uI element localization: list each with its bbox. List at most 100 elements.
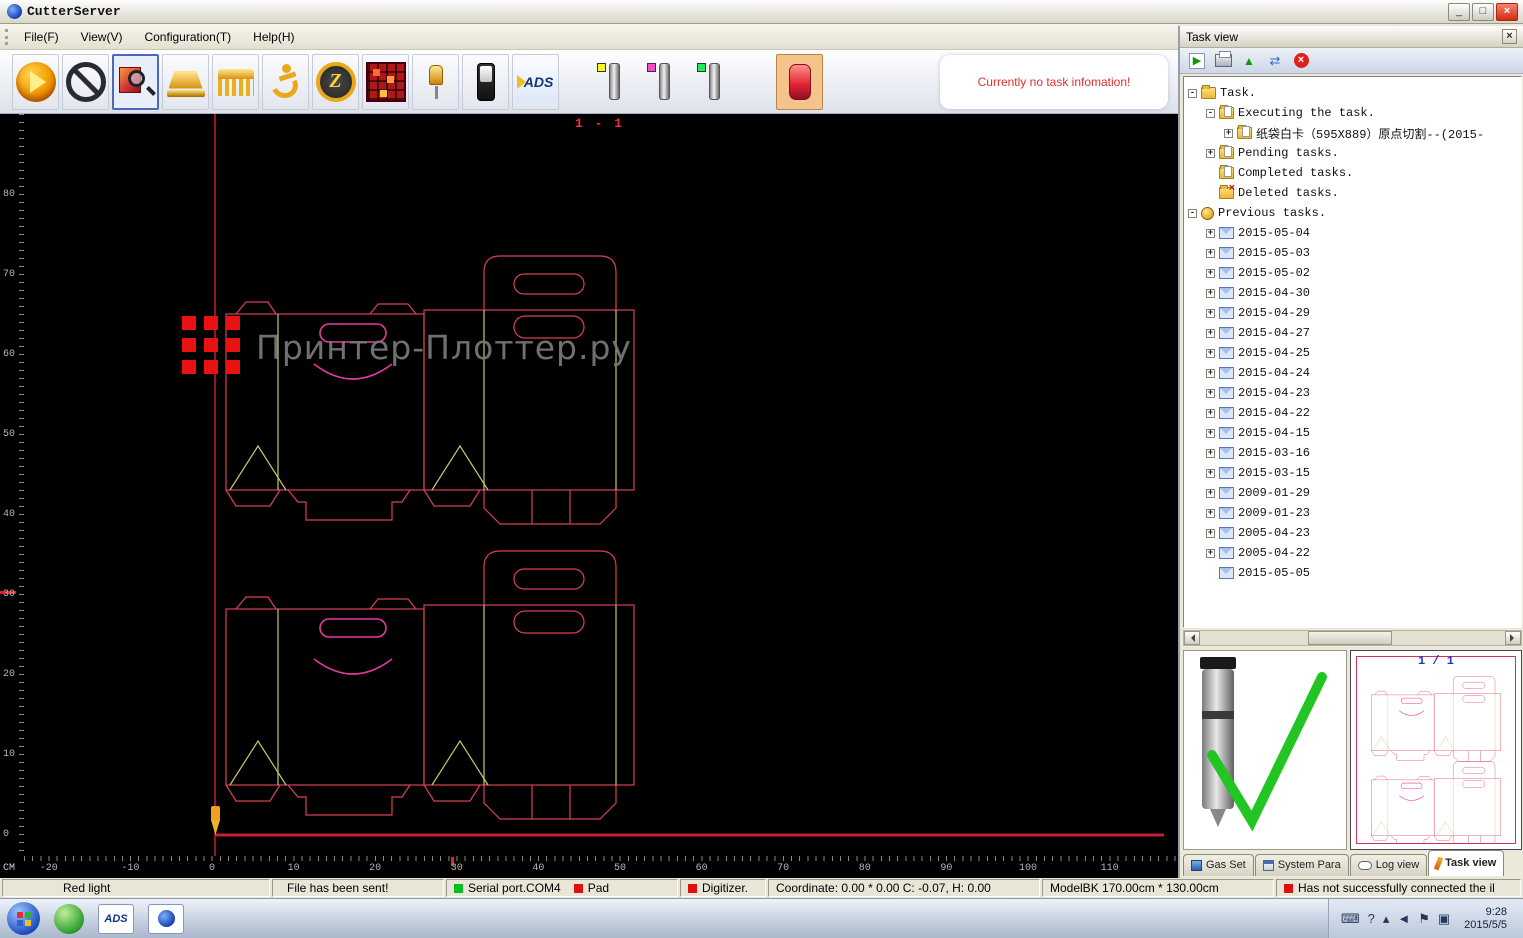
display-icon[interactable]: ▣ bbox=[1438, 911, 1450, 926]
tree-expander-plus[interactable]: + bbox=[1206, 329, 1215, 338]
toolbar-tool-yellow-button[interactable] bbox=[590, 54, 637, 110]
tree-item[interactable]: +2015-05-03 bbox=[1184, 243, 1521, 263]
close-button[interactable]: × bbox=[1496, 3, 1518, 21]
menu-item-view[interactable]: View(V) bbox=[70, 25, 134, 49]
tree-expander-plus[interactable]: + bbox=[1206, 469, 1215, 478]
panel-close-button[interactable]: × bbox=[1502, 29, 1517, 44]
tree-item[interactable]: -Previous tasks. bbox=[1184, 203, 1521, 223]
tree-item[interactable]: +2015-04-30 bbox=[1184, 283, 1521, 303]
toolbar-tool-pink-button[interactable] bbox=[640, 54, 687, 110]
tree-item[interactable]: +2015-03-16 bbox=[1184, 443, 1521, 463]
tree-item[interactable]: +2015-03-15 bbox=[1184, 463, 1521, 483]
help-icon[interactable]: ? bbox=[1368, 911, 1375, 926]
tab-system-para[interactable]: System Para bbox=[1255, 854, 1349, 876]
tree-item[interactable]: +2015-04-15 bbox=[1184, 423, 1521, 443]
tree-horizontal-scrollbar[interactable] bbox=[1183, 630, 1522, 646]
tree-expander-plus[interactable]: + bbox=[1206, 269, 1215, 278]
scroll-left-button[interactable] bbox=[1184, 631, 1200, 645]
task-tree[interactable]: -Task.-Executing the task.+纸袋白卡（595X889）… bbox=[1183, 76, 1522, 628]
menu-item-file[interactable]: File(F) bbox=[13, 25, 70, 49]
start-button[interactable] bbox=[7, 902, 40, 935]
volume-icon[interactable]: ◄ bbox=[1397, 911, 1410, 926]
run-task-button[interactable]: ▶ bbox=[1186, 51, 1208, 71]
toolbar-platform-button[interactable] bbox=[162, 54, 209, 110]
tree-item[interactable]: +纸袋白卡（595X889）原点切割--(2015- bbox=[1184, 123, 1521, 143]
menu-item-configuration[interactable]: Configuration(T) bbox=[133, 25, 242, 49]
tree-item[interactable]: +2015-04-25 bbox=[1184, 343, 1521, 363]
title-bar[interactable]: CutterServer _ □ × bbox=[0, 0, 1523, 24]
tree-expander-plus[interactable]: + bbox=[1206, 389, 1215, 398]
tree-item[interactable]: -Task. bbox=[1184, 83, 1521, 103]
tree-item[interactable]: +2015-04-24 bbox=[1184, 363, 1521, 383]
menu-item-help[interactable]: Help(H) bbox=[242, 25, 305, 49]
transfer-button[interactable]: ⇄ bbox=[1264, 51, 1286, 71]
toolbar-tool-green-button[interactable] bbox=[690, 54, 737, 110]
tree-item[interactable]: -Executing the task. bbox=[1184, 103, 1521, 123]
tree-expander-plus[interactable]: + bbox=[1206, 429, 1215, 438]
tab-gas-set[interactable]: Gas Set bbox=[1183, 854, 1254, 876]
tree-item[interactable]: +2009-01-29 bbox=[1184, 483, 1521, 503]
print-button[interactable] bbox=[1212, 51, 1234, 71]
toolbar-grid-button[interactable] bbox=[362, 54, 409, 110]
tree-item[interactable]: Deleted tasks. bbox=[1184, 183, 1521, 203]
tree-expander-plus[interactable]: + bbox=[1206, 349, 1215, 358]
tree-expander-plus[interactable]: + bbox=[1206, 449, 1215, 458]
hidden-icons-icon[interactable]: ▴ bbox=[1383, 911, 1390, 926]
tree-expander-plus[interactable]: + bbox=[1206, 509, 1215, 518]
toolbar-access-button[interactable] bbox=[262, 54, 309, 110]
scrollbar-track[interactable] bbox=[1200, 631, 1505, 645]
h-ruler-label: 40 bbox=[532, 863, 544, 874]
layout-preview-pane[interactable]: 1 / 1 bbox=[1350, 650, 1522, 850]
move-up-button[interactable]: ▲ bbox=[1238, 51, 1260, 71]
taskbar-app-cutterserver[interactable] bbox=[148, 904, 184, 934]
tree-item[interactable]: +Pending tasks. bbox=[1184, 143, 1521, 163]
minimize-button[interactable]: _ bbox=[1448, 3, 1470, 21]
tree-expander-minus[interactable]: - bbox=[1188, 89, 1197, 98]
taskbar-clock[interactable]: 9:28 2015/5/5 bbox=[1464, 906, 1507, 932]
tree-expander-plus[interactable]: + bbox=[1224, 129, 1233, 138]
tree-expander-plus[interactable]: + bbox=[1206, 409, 1215, 418]
tree-item[interactable]: Completed tasks. bbox=[1184, 163, 1521, 183]
tree-expander-minus[interactable]: - bbox=[1206, 109, 1215, 118]
toolbar-ads-button[interactable]: ADS bbox=[512, 54, 559, 110]
tree-item[interactable]: 2015-05-05 bbox=[1184, 563, 1521, 583]
tree-item[interactable]: +2015-05-04 bbox=[1184, 223, 1521, 243]
toolbar-pin-button[interactable] bbox=[412, 54, 459, 110]
tree-expander-plus[interactable]: + bbox=[1206, 149, 1215, 158]
tree-expander-plus[interactable]: + bbox=[1206, 489, 1215, 498]
toolbar-zoom-button[interactable] bbox=[112, 54, 159, 110]
tree-expander-plus[interactable]: + bbox=[1206, 249, 1215, 258]
tree-item[interactable]: +2005-04-22 bbox=[1184, 543, 1521, 563]
ime-icon[interactable]: ⌨ bbox=[1341, 911, 1360, 926]
tree-item[interactable]: +2015-05-02 bbox=[1184, 263, 1521, 283]
tab-task-view[interactable]: Task view bbox=[1428, 850, 1504, 876]
toolbar-stop-button[interactable] bbox=[62, 54, 109, 110]
tree-expander-plus[interactable]: + bbox=[1206, 549, 1215, 558]
tree-expander-plus[interactable]: + bbox=[1206, 229, 1215, 238]
flag-icon[interactable]: ⚑ bbox=[1418, 911, 1430, 926]
toolbar-switch-button[interactable] bbox=[462, 54, 509, 110]
tree-item[interactable]: +2015-04-23 bbox=[1184, 383, 1521, 403]
maximize-button[interactable]: □ bbox=[1472, 3, 1494, 21]
cut-canvas[interactable]: 1 - 1 Принтер-Плоттер.ру bbox=[24, 114, 1178, 856]
toolbar-standby-button[interactable]: Z bbox=[312, 54, 359, 110]
taskbar-app-ads[interactable]: ADS bbox=[98, 904, 134, 934]
toolbar-comb-button[interactable] bbox=[212, 54, 259, 110]
tab-log-view[interactable]: Log view bbox=[1350, 854, 1427, 876]
tree-item[interactable]: +2015-04-22 bbox=[1184, 403, 1521, 423]
scrollbar-thumb[interactable] bbox=[1308, 631, 1392, 645]
scroll-right-button[interactable] bbox=[1505, 631, 1521, 645]
delete-task-button[interactable]: × bbox=[1290, 51, 1312, 71]
tree-expander-plus[interactable]: + bbox=[1206, 309, 1215, 318]
tree-expander-plus[interactable]: + bbox=[1206, 369, 1215, 378]
tree-expander-minus[interactable]: - bbox=[1188, 209, 1197, 218]
tree-item[interactable]: +2015-04-29 bbox=[1184, 303, 1521, 323]
tree-item[interactable]: +2009-01-23 bbox=[1184, 503, 1521, 523]
tree-expander-plus[interactable]: + bbox=[1206, 529, 1215, 538]
toolbar-start-cut-button[interactable] bbox=[12, 54, 59, 110]
quicklaunch-green-app[interactable] bbox=[54, 904, 84, 934]
toolbar-panel-button[interactable] bbox=[776, 54, 823, 110]
tree-expander-plus[interactable]: + bbox=[1206, 289, 1215, 298]
tree-item[interactable]: +2015-04-27 bbox=[1184, 323, 1521, 343]
tree-item[interactable]: +2005-04-23 bbox=[1184, 523, 1521, 543]
